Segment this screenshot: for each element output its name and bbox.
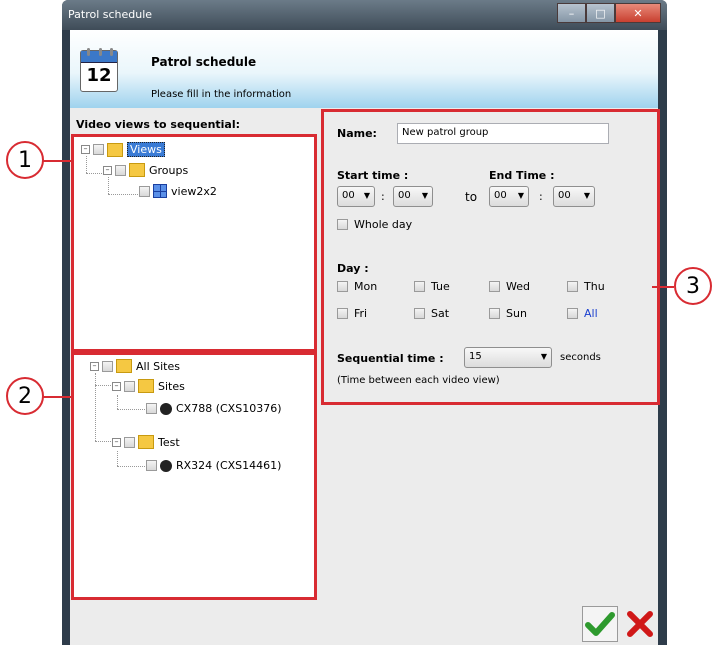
callout-2: 2 xyxy=(6,377,44,415)
x-icon xyxy=(627,611,653,637)
header-title: Patrol schedule xyxy=(151,55,257,69)
calendar-icon: 12 xyxy=(80,48,118,92)
check-icon xyxy=(585,612,615,636)
callout-leader-3 xyxy=(652,286,674,288)
dialog-header: 12 Patrol schedule Please fill in the in… xyxy=(70,30,658,108)
ok-button[interactable] xyxy=(582,606,618,642)
highlight-box-2 xyxy=(71,352,317,600)
header-subtitle: Please fill in the information xyxy=(151,89,292,100)
dialog-body: 12 Patrol schedule Please fill in the in… xyxy=(70,30,660,645)
views-section-label: Video views to sequential: xyxy=(76,118,241,131)
window: Patrol schedule – □ ✕ 12 Patrol schedule… xyxy=(62,0,667,645)
cancel-button[interactable] xyxy=(622,606,658,642)
minimize-button[interactable]: – xyxy=(557,3,586,23)
close-button[interactable]: ✕ xyxy=(615,3,661,23)
callout-leader-1 xyxy=(42,160,72,162)
callout-3: 3 xyxy=(674,267,712,305)
highlight-box-1 xyxy=(71,134,317,352)
title-bar: Patrol schedule – □ ✕ xyxy=(62,0,667,30)
callout-leader-2 xyxy=(42,396,72,398)
highlight-box-3 xyxy=(321,109,660,405)
window-title: Patrol schedule xyxy=(68,8,153,21)
maximize-button[interactable]: □ xyxy=(586,3,615,23)
callout-1: 1 xyxy=(6,141,44,179)
